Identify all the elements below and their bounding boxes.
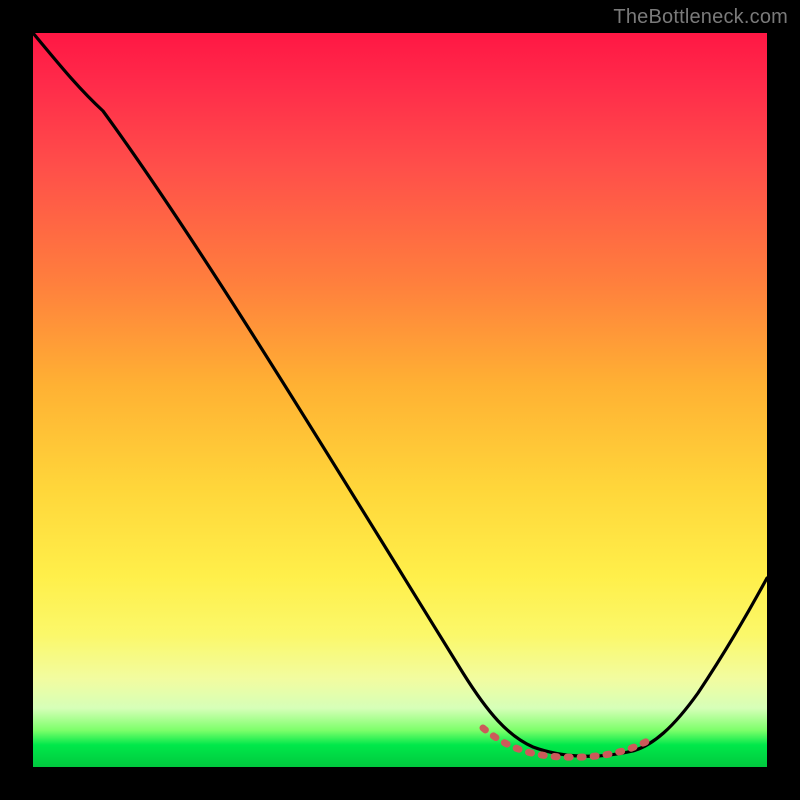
watermark-text: TheBottleneck.com: [613, 6, 788, 29]
bottleneck-curve-svg: [33, 33, 767, 767]
chart-frame: TheBottleneck.com: [0, 0, 800, 800]
bottleneck-curve-line: [33, 33, 767, 756]
plot-area: [33, 33, 767, 767]
